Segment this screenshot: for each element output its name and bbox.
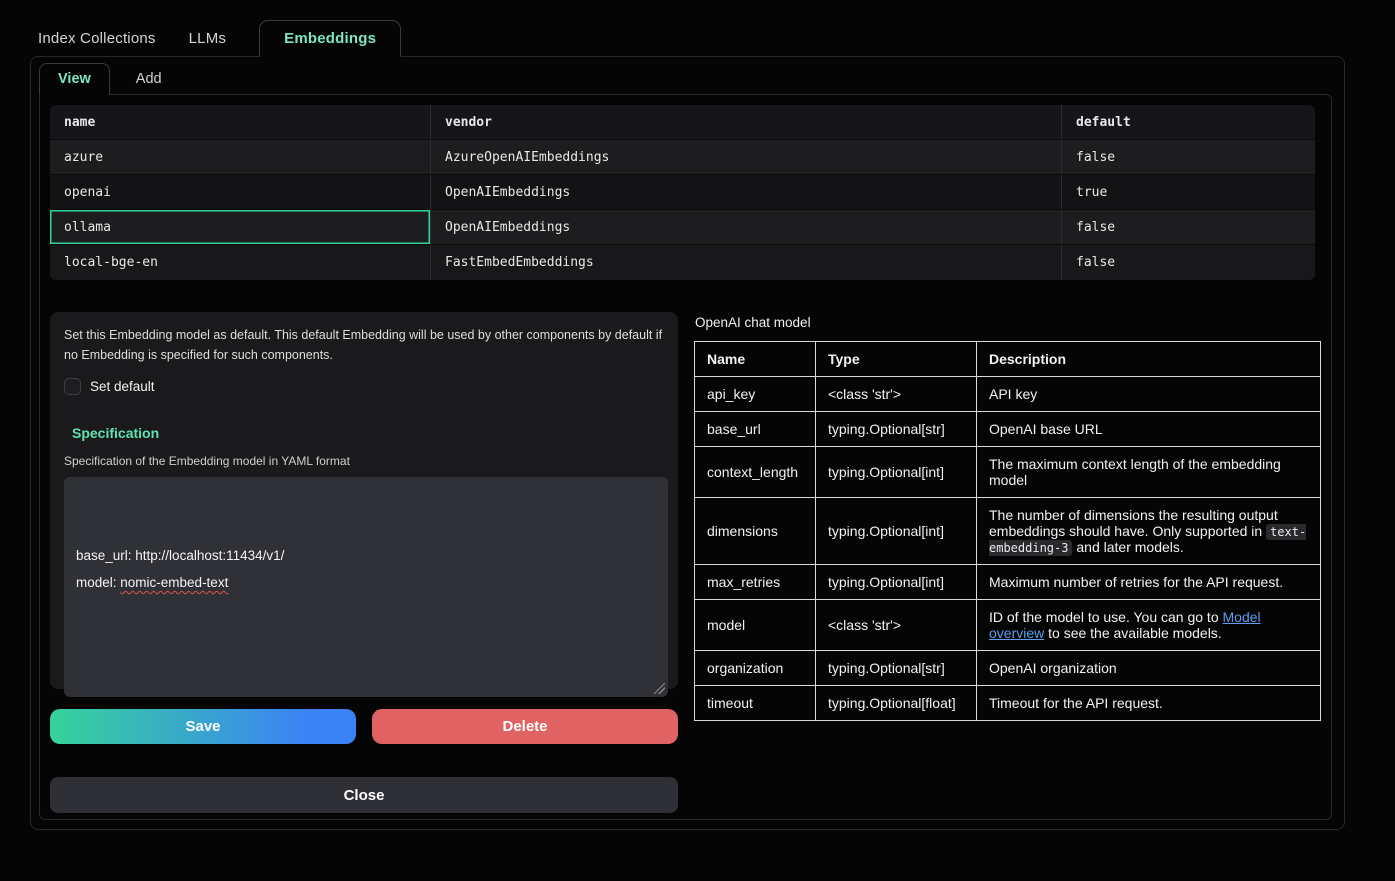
schema-row: max_retriestyping.Optional[int]Maximum n…: [695, 565, 1321, 600]
schema-cell-description: The number of dimensions the resulting o…: [977, 498, 1321, 565]
schema-cell-type: typing.Optional[float]: [816, 686, 977, 721]
set-default-checkbox[interactable]: [64, 378, 81, 395]
table-row[interactable]: ollamaOpenAIEmbeddingsfalse: [50, 210, 1315, 245]
schema-cell-description: The maximum context length of the embedd…: [977, 447, 1321, 498]
inline-code: text-embedding-3: [989, 524, 1306, 556]
cell-name[interactable]: azure: [50, 140, 430, 174]
schema-column-description: Description: [977, 342, 1321, 377]
schema-cell-name: organization: [695, 651, 816, 686]
schema-title: OpenAI chat model: [695, 315, 1321, 330]
resize-handle-icon[interactable]: [654, 683, 665, 694]
specification-heading: Specification: [72, 425, 664, 441]
schema-cell-name: max_retries: [695, 565, 816, 600]
tab-llms[interactable]: LLMs: [189, 20, 226, 57]
schema-cell-description: API key: [977, 377, 1321, 412]
schema-column-type: Type: [816, 342, 977, 377]
schema-table: Name Type Description api_key<class 'str…: [694, 341, 1321, 721]
cell-vendor[interactable]: AzureOpenAIEmbeddings: [430, 140, 1061, 174]
schema-header-row: Name Type Description: [695, 342, 1321, 377]
column-header-default: default: [1061, 105, 1315, 139]
default-description: Set this Embedding model as default. Thi…: [64, 325, 664, 365]
cell-vendor[interactable]: OpenAIEmbeddings: [430, 210, 1061, 244]
schema-cell-type: typing.Optional[int]: [816, 447, 977, 498]
schema-cell-description: ID of the model to use. You can go to Mo…: [977, 600, 1321, 651]
schema-column-name: Name: [695, 342, 816, 377]
cell-vendor[interactable]: OpenAIEmbeddings: [430, 175, 1061, 209]
schema-cell-type: typing.Optional[str]: [816, 412, 977, 447]
schema-cell-description: Timeout for the API request.: [977, 686, 1321, 721]
tab-embeddings[interactable]: Embeddings: [259, 20, 401, 57]
close-button[interactable]: Close: [50, 777, 678, 813]
embeddings-table-header: name vendor default: [50, 105, 1315, 140]
misspelled-word: nomic-embed-text: [120, 575, 228, 590]
schema-cell-description: Maximum number of retries for the API re…: [977, 565, 1321, 600]
column-header-name: name: [50, 105, 430, 139]
schema-row: organizationtyping.Optional[str]OpenAI o…: [695, 651, 1321, 686]
cell-default[interactable]: true: [1061, 175, 1315, 209]
schema-cell-type: <class 'str'>: [816, 377, 977, 412]
tab-add[interactable]: Add: [136, 63, 162, 95]
yaml-line: model: nomic-embed-text: [76, 569, 656, 596]
cell-vendor[interactable]: FastEmbedEmbeddings: [430, 245, 1061, 280]
schema-cell-name: dimensions: [695, 498, 816, 565]
specification-subtitle: Specification of the Embedding model in …: [64, 454, 664, 468]
schema-row: api_key<class 'str'>API key: [695, 377, 1321, 412]
set-default-row: Set default: [64, 378, 664, 395]
table-row[interactable]: azureAzureOpenAIEmbeddingsfalse: [50, 140, 1315, 175]
model-overview-link[interactable]: Model overview: [989, 609, 1261, 641]
right-column: OpenAI chat model Name Type Description …: [694, 312, 1321, 813]
table-row[interactable]: openaiOpenAIEmbeddingstrue: [50, 175, 1315, 210]
schema-row: model<class 'str'>ID of the model to use…: [695, 600, 1321, 651]
spec-yaml-input[interactable]: base_url: http://localhost:11434/v1/mode…: [64, 477, 668, 697]
delete-button[interactable]: Delete: [372, 709, 678, 744]
schema-cell-type: typing.Optional[str]: [816, 651, 977, 686]
schema-row: context_lengthtyping.Optional[int]The ma…: [695, 447, 1321, 498]
cell-default[interactable]: false: [1061, 245, 1315, 280]
left-column: Set this Embedding model as default. Thi…: [50, 312, 678, 813]
schema-cell-type: <class 'str'>: [816, 600, 977, 651]
schema-cell-type: typing.Optional[int]: [816, 565, 977, 600]
schema-cell-name: model: [695, 600, 816, 651]
tab-index-collections[interactable]: Index Collections: [38, 20, 156, 57]
schema-cell-description: OpenAI base URL: [977, 412, 1321, 447]
schema-row: dimensionstyping.Optional[int]The number…: [695, 498, 1321, 565]
embeddings-panel: View Add name vendor default azureAzureO…: [30, 56, 1345, 830]
yaml-line: base_url: http://localhost:11434/v1/: [76, 542, 656, 569]
schema-cell-type: typing.Optional[int]: [816, 498, 977, 565]
view-panel: name vendor default azureAzureOpenAIEmbe…: [39, 94, 1332, 820]
main-tab-bar: Index Collections LLMs Embeddings: [38, 20, 1395, 57]
schema-cell-name: base_url: [695, 412, 816, 447]
schema-cell-name: api_key: [695, 377, 816, 412]
schema-row: base_urltyping.Optional[str]OpenAI base …: [695, 412, 1321, 447]
schema-cell-name: context_length: [695, 447, 816, 498]
sub-tab-bar: View Add: [39, 63, 1344, 95]
schema-cell-description: OpenAI organization: [977, 651, 1321, 686]
table-row[interactable]: local-bge-enFastEmbedEmbeddingsfalse: [50, 245, 1315, 280]
tab-view[interactable]: View: [39, 63, 110, 95]
cell-default[interactable]: false: [1061, 140, 1315, 174]
cell-name[interactable]: local-bge-en: [50, 245, 430, 280]
save-button[interactable]: Save: [50, 709, 356, 744]
default-settings-panel: Set this Embedding model as default. Thi…: [50, 312, 678, 689]
schema-row: timeouttyping.Optional[float]Timeout for…: [695, 686, 1321, 721]
column-header-vendor: vendor: [430, 105, 1061, 139]
cell-name[interactable]: ollama: [50, 210, 430, 244]
cell-name[interactable]: openai: [50, 175, 430, 209]
set-default-label: Set default: [90, 379, 155, 394]
embeddings-table: name vendor default azureAzureOpenAIEmbe…: [50, 105, 1315, 280]
schema-cell-name: timeout: [695, 686, 816, 721]
cell-default[interactable]: false: [1061, 210, 1315, 244]
